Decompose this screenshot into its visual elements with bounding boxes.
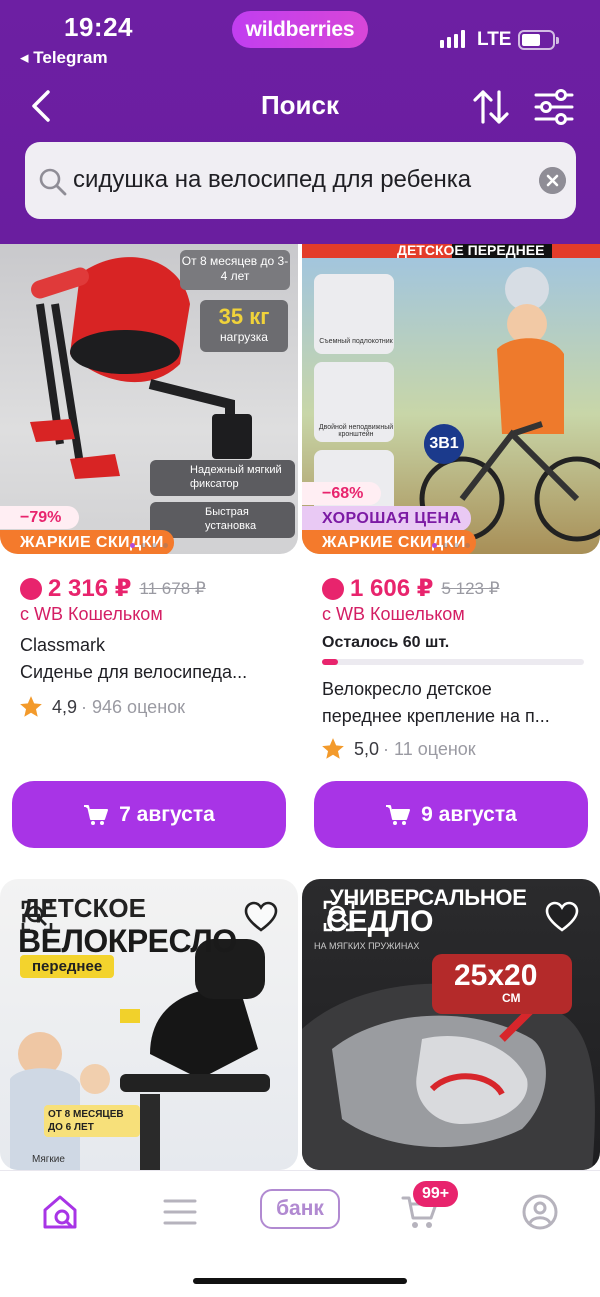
star-icon	[322, 738, 344, 759]
add-to-cart-button[interactable]: 9 августа	[314, 781, 588, 848]
filter-sliders-icon[interactable]	[532, 86, 576, 128]
home-indicator	[193, 1278, 407, 1284]
stock-bar-fill	[322, 659, 338, 665]
price-row: 2 316 ₽ 11 678 ₽	[20, 574, 206, 603]
wallet-icon	[20, 577, 42, 600]
home-search-icon	[43, 1195, 77, 1229]
tab-profile[interactable]	[510, 1187, 570, 1237]
tab-bank[interactable]: банк	[260, 1189, 340, 1229]
springs-label: НА МЯГКИХ ПРУЖИНАХ	[314, 941, 420, 951]
network-label: LTE	[477, 29, 512, 50]
age-label: ОТ 8 МЕСЯЦЕВ ДО 6 ЛЕТ	[44, 1105, 140, 1137]
search-input[interactable]: сидушка на велосипед для ребенка	[25, 142, 576, 219]
app-header: 19:24 ◂ Telegram wildberries LTE Поиск с…	[0, 0, 600, 244]
load-value: 35 кг	[218, 304, 270, 329]
rating-row: 5,0 · 11 оценок	[320, 736, 476, 762]
delivery-date: 7 августа	[119, 802, 215, 826]
visual-search-icon[interactable]	[322, 899, 356, 933]
star-icon	[20, 696, 42, 717]
size-label: 25x20	[454, 959, 538, 992]
battery-icon	[518, 30, 559, 50]
review-count: · 946 оценок	[81, 696, 186, 717]
clear-search-icon[interactable]	[539, 167, 566, 194]
discount-badge: −79%	[0, 506, 80, 529]
image-headline: ДЕТСКОЕ ПЕРЕДНЕЕ	[397, 244, 545, 258]
price-row: 1 606 ₽ 5 123 ₽	[322, 574, 500, 603]
product-name-line1: Велокресло детское	[322, 679, 492, 699]
product-card[interactable]: УНИВЕРСАЛЬНОЕ СЕДЛО НА МЯГКИХ ПРУЖИНАХ 2…	[302, 879, 600, 1170]
feature-badge-install: Быстрая установка	[150, 502, 295, 538]
soft-label: Мягкие	[32, 1154, 65, 1165]
feature-bracket: Двойной неподвижный кронштейн	[318, 424, 394, 438]
three-in-one-badge: 3В1	[424, 426, 464, 462]
search-query: сидушка на велосипед для ребенка	[73, 166, 472, 193]
signal-icon	[440, 30, 465, 48]
profile-icon	[522, 1194, 558, 1230]
wallet-note: с WB Кошельком	[20, 604, 163, 624]
search-icon	[39, 168, 67, 196]
wallet-icon	[322, 577, 344, 600]
hot-sale-tag: ЖАРКИЕ СКИДКИ	[0, 530, 174, 554]
wallet-note: с WB Кошельком	[322, 604, 465, 624]
feature-badge-lock: Надежный мягкий фиксатор	[150, 460, 295, 496]
rating-row: 4,9 · 946 оценок	[18, 694, 185, 720]
rating-value: 4,9	[52, 696, 78, 717]
stock-bar	[322, 659, 584, 665]
product-name: Сиденье для велосипеда...	[20, 662, 248, 682]
tab-catalog[interactable]	[150, 1187, 210, 1237]
back-to-telegram-link[interactable]: ◂ Telegram	[20, 48, 108, 68]
tab-home[interactable]	[30, 1187, 90, 1237]
brand-name: Classmark	[20, 635, 106, 655]
status-time: 19:24	[64, 12, 133, 42]
price: 2 316 ₽	[48, 575, 132, 602]
visual-search-icon[interactable]	[20, 899, 54, 933]
price: 1 606 ₽	[350, 575, 434, 602]
cart-badge: 99+	[413, 1181, 459, 1207]
wildberries-logo: wildberries	[232, 11, 368, 48]
image-pager	[302, 543, 600, 548]
hot-sale-tag: ЖАРКИЕ СКИДКИ	[302, 530, 476, 554]
old-price: 11 678 ₽	[139, 578, 206, 598]
stock-label: Осталось 60 шт.	[322, 634, 450, 651]
delivery-date: 9 августа	[421, 802, 517, 826]
image-pager	[0, 543, 298, 548]
old-price: 5 123 ₽	[441, 578, 500, 598]
favorite-heart-icon[interactable]	[545, 901, 579, 933]
sort-arrows-icon[interactable]	[470, 86, 512, 128]
product-card[interactable]: От 8 месяцев до 3-4 лет 35 кг нагрузка Н…	[0, 244, 298, 854]
load-badge: 35 кг нагрузка	[200, 300, 288, 352]
cart-icon	[386, 804, 411, 825]
add-to-cart-button[interactable]: 7 августа	[12, 781, 286, 848]
review-count: · 11 оценок	[383, 738, 476, 759]
product-card[interactable]: ДЕТСКОЕ ВЕЛОКРЕСЛО переднее ОТ 8 МЕСЯЦЕВ…	[0, 879, 298, 1170]
good-price-tag: ХОРОШАЯ ЦЕНА	[302, 506, 472, 531]
feature-armrest: Съемный подлокотник	[319, 338, 393, 345]
size-unit: СМ	[502, 991, 521, 1005]
product-card[interactable]: ДЕТСКОЕ ПЕРЕДНЕЕ Съемный подлокотник Дво…	[302, 244, 600, 854]
front-label: переднее	[20, 955, 115, 978]
favorite-heart-icon[interactable]	[244, 901, 278, 933]
product-name-line2: переднее крепление на п...	[322, 706, 550, 726]
product-image[interactable]: От 8 месяцев до 3-4 лет 35 кг нагрузка Н…	[0, 244, 298, 554]
age-badge: От 8 месяцев до 3-4 лет	[180, 250, 290, 290]
rating-value: 5,0	[354, 738, 380, 759]
load-label: нагрузка	[220, 330, 268, 344]
cart-icon	[84, 804, 109, 825]
product-image[interactable]: ДЕТСКОЕ ПЕРЕДНЕЕ Съемный подлокотник Дво…	[302, 244, 600, 554]
menu-icon	[163, 1199, 197, 1225]
discount-badge: −68%	[302, 482, 382, 505]
